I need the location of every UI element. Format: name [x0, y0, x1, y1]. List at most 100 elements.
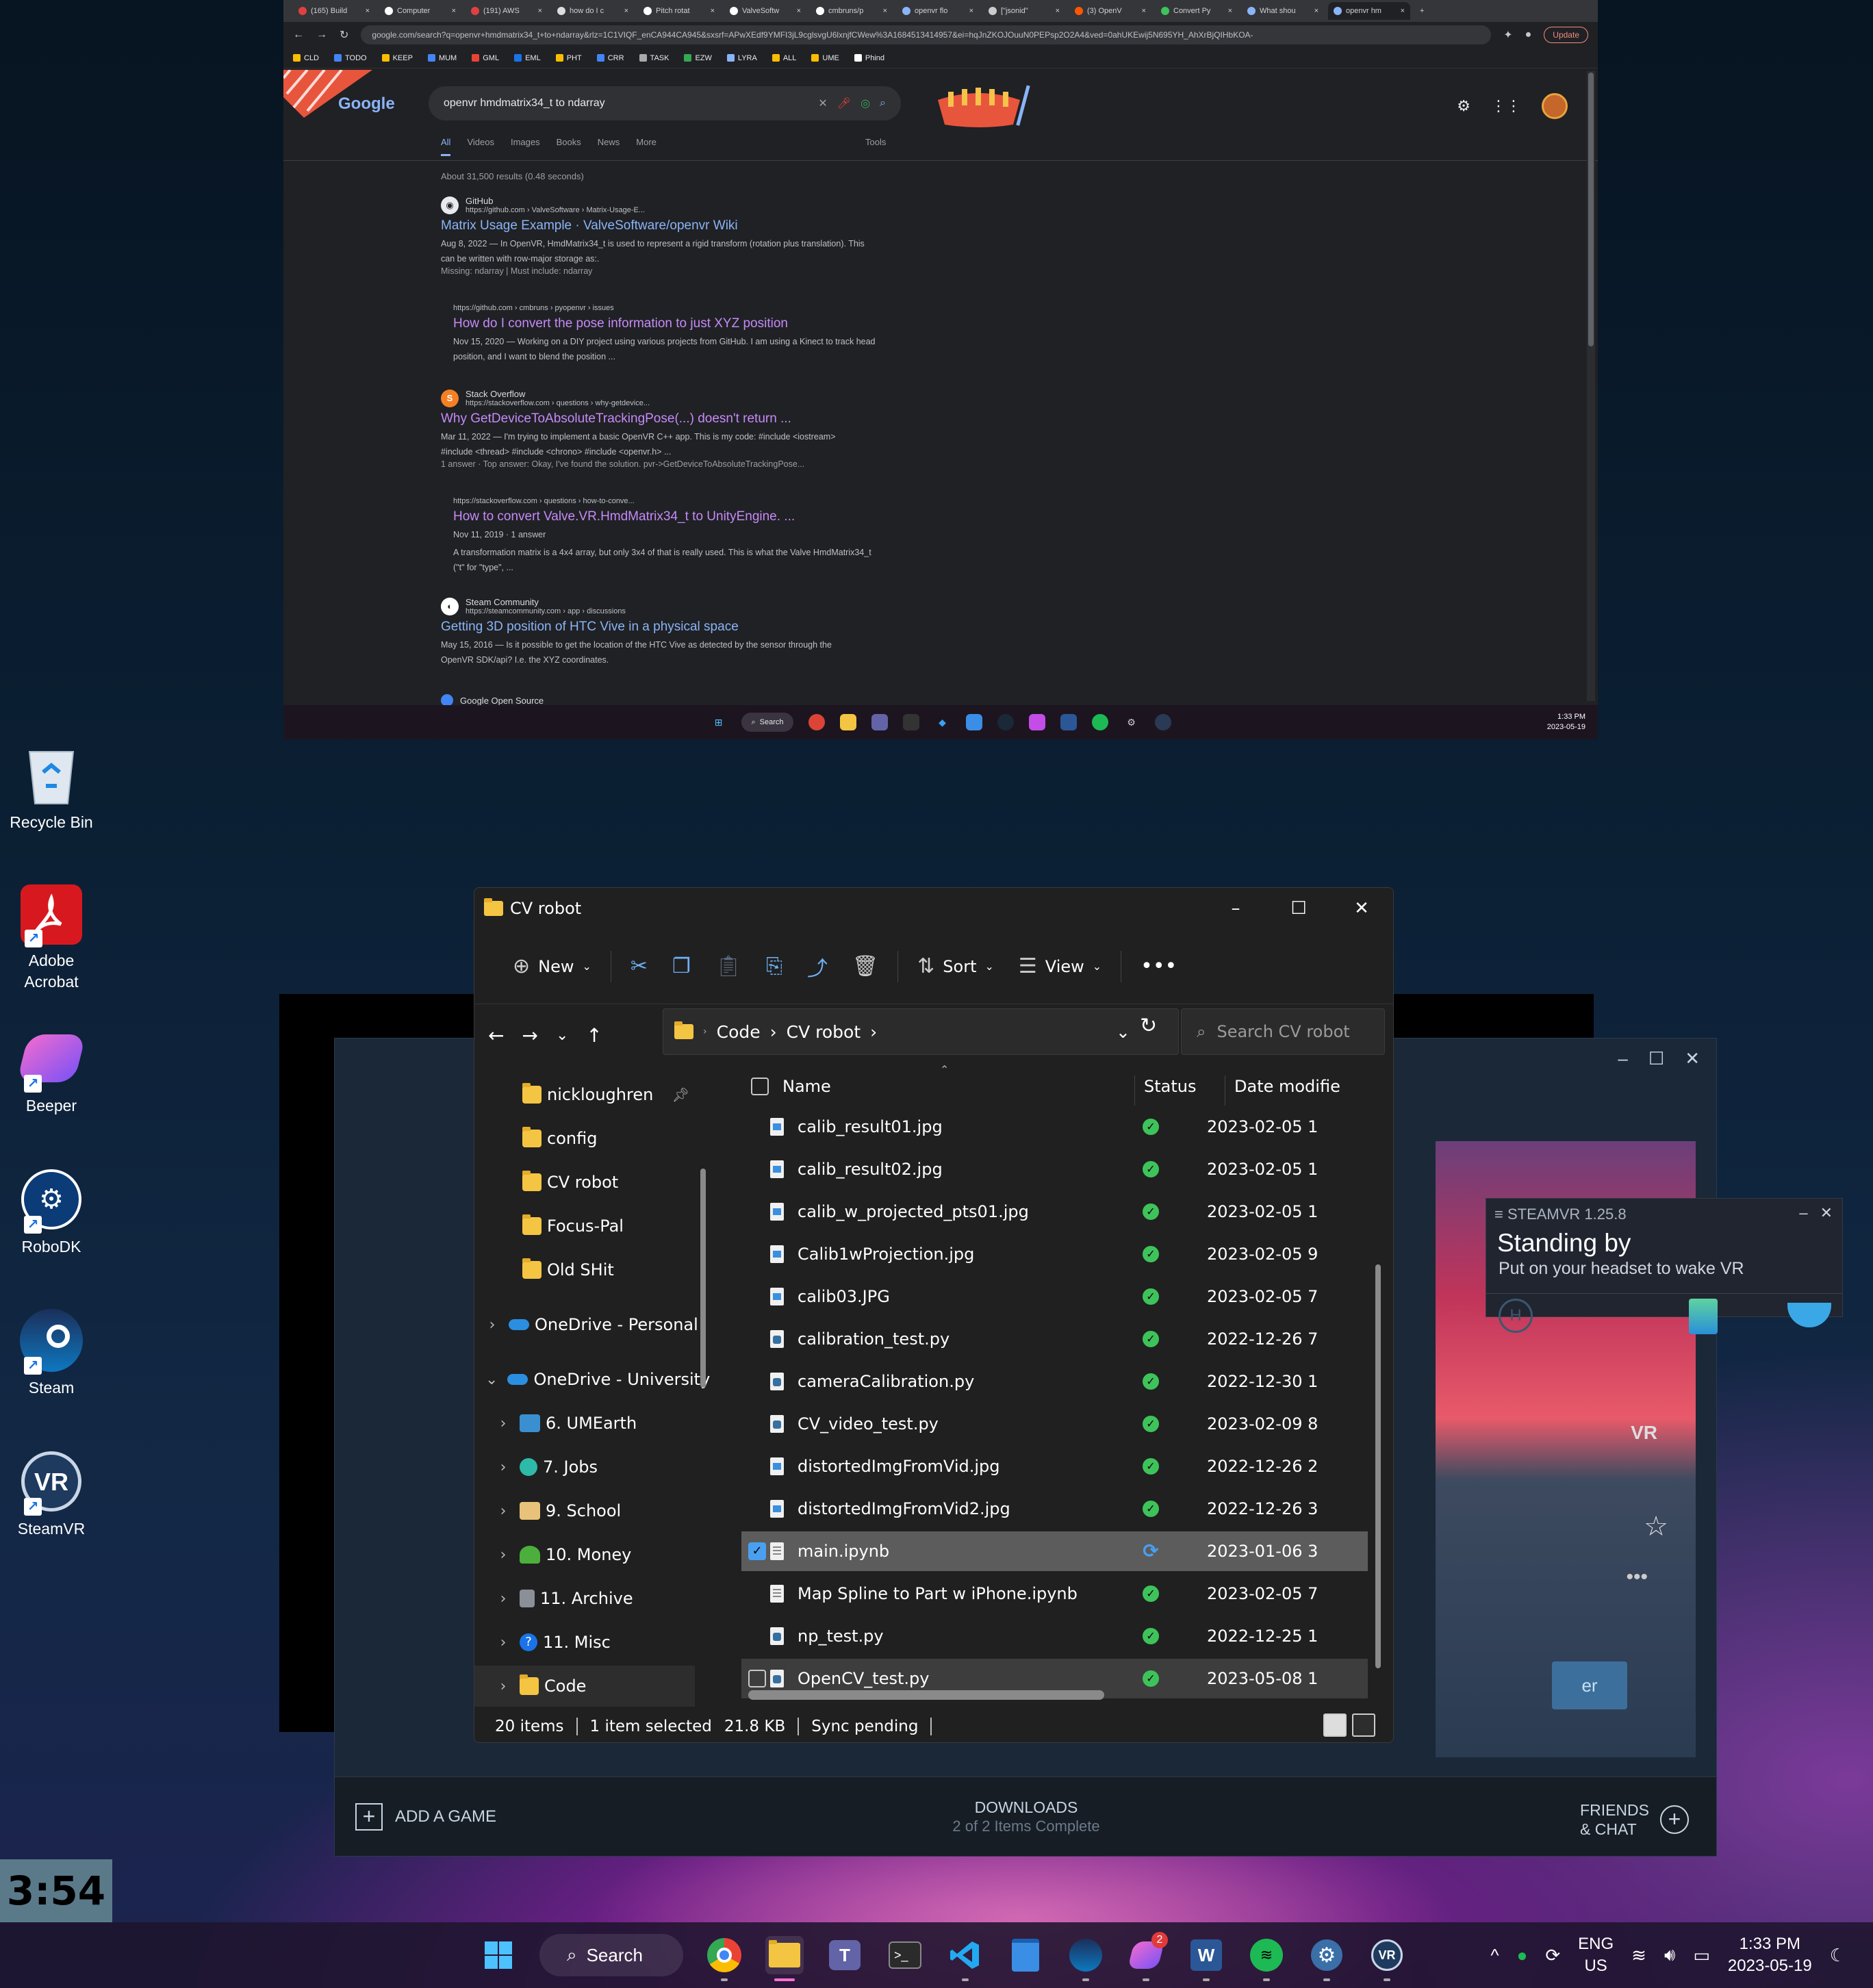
sidebar-item-onedrive-personal[interactable]: › OneDrive - Personal: [474, 1304, 704, 1345]
chevron-right-icon[interactable]: ›: [496, 1590, 510, 1607]
teams-icon[interactable]: [871, 714, 888, 730]
close-icon[interactable]: ×: [1401, 7, 1405, 15]
file-row[interactable]: Map Spline to Part w iPhone.ipynb ✓ 2023-0…: [741, 1574, 1368, 1614]
maximize-icon[interactable]: ☐: [1648, 1048, 1664, 1069]
file-row[interactable]: distortedImgFromVid.jpg ✓ 2022-12-26 2: [741, 1447, 1368, 1486]
bookmark[interactable]: EML: [514, 54, 541, 62]
clock[interactable]: 1:33 PM 2023-05-19: [1547, 712, 1585, 732]
close-icon[interactable]: ×: [366, 7, 370, 15]
tab-videos[interactable]: Videos: [467, 137, 494, 156]
headset-icon[interactable]: H: [1499, 1299, 1533, 1333]
wifi-icon[interactable]: ≋: [1631, 1945, 1646, 1966]
sidebar-item-jobs[interactable]: › 7. Jobs: [474, 1447, 704, 1488]
close-button[interactable]: ✕: [1330, 888, 1393, 929]
bookmark[interactable]: GML: [472, 54, 499, 62]
rename-button[interactable]: ⎘: [754, 946, 795, 987]
spotify-tray-icon[interactable]: ●: [1517, 1945, 1528, 1966]
new-button[interactable]: ⊕ New ⌄: [500, 946, 604, 987]
result-title-link[interactable]: How do I convert the pose information to…: [453, 316, 878, 331]
reload-icon[interactable]: ↻: [340, 28, 348, 42]
steam-icon[interactable]: [1067, 1936, 1105, 1981]
desktop-icon-steam[interactable]: ↗ Steam: [0, 1309, 103, 1399]
address-dropdown-icon[interactable]: ⌄: [1116, 1022, 1130, 1042]
mic-icon[interactable]: 🎤︎: [837, 97, 851, 110]
battery-icon[interactable]: ▭: [1693, 1945, 1710, 1966]
share-button[interactable]: ⤴: [795, 946, 840, 987]
windows-start-icon[interactable]: ⊞: [710, 714, 726, 730]
browser-tab[interactable]: Computer ×: [379, 2, 461, 20]
breadcrumb-item[interactable]: CV robot: [787, 1022, 861, 1042]
search-input[interactable]: openvr hmdmatrix34_t to ndarray ✕ 🎤︎ ◎ ⌕: [429, 86, 901, 120]
bookmark[interactable]: PHT: [555, 54, 582, 62]
chevron-down-icon[interactable]: ⌄: [485, 1371, 498, 1388]
browser-tab[interactable]: Pitch rotat ×: [638, 2, 720, 20]
tab-images[interactable]: Images: [511, 137, 540, 156]
vscode-icon[interactable]: [946, 1936, 984, 1981]
sort-button[interactable]: ⇅ Sort ⌄: [905, 946, 1006, 987]
bookmark[interactable]: LYRA: [726, 54, 757, 62]
details-view-icon[interactable]: [1323, 1713, 1347, 1737]
sidebar-item-money[interactable]: › 10. Money: [474, 1534, 704, 1575]
browser-tab[interactable]: how do I c ×: [552, 2, 634, 20]
close-icon[interactable]: ✕: [1685, 1048, 1700, 1069]
search-icon[interactable]: ⌕: [880, 97, 886, 110]
spotify-icon[interactable]: ≋: [1247, 1936, 1286, 1981]
file-row[interactable]: CV_video_test.py ✓ 2023-02-09 8: [741, 1404, 1368, 1444]
avatar[interactable]: [1542, 93, 1568, 119]
browser-tab-active[interactable]: openvr hm ×: [1328, 2, 1410, 20]
file-row-selected[interactable]: ✓ main.ipynb ⟳ 2023-01-06 3: [741, 1531, 1368, 1571]
delete-button[interactable]: 🗑︎: [840, 946, 891, 987]
file-row[interactable]: calibration_test.py ✓ 2022-12-26 7: [741, 1319, 1368, 1359]
column-name[interactable]: Name: [782, 1077, 831, 1096]
desktop-icon-robodk[interactable]: ⚙ ↗ RoboDK: [0, 1168, 103, 1258]
file-row[interactable]: calib_result01.jpg ✓ 2023-02-05 1: [741, 1107, 1368, 1147]
close-icon[interactable]: ×: [969, 7, 973, 15]
teams-icon[interactable]: T: [826, 1936, 864, 1974]
tab-all[interactable]: All: [441, 137, 451, 156]
steamvr-icon[interactable]: VR: [1368, 1936, 1406, 1981]
file-list-scrollbar[interactable]: [1375, 1264, 1381, 1668]
address-bar[interactable]: › Code › CV robot › ⌄: [663, 1008, 1179, 1055]
word-icon[interactable]: [1060, 714, 1077, 730]
sidebar-item-onedrive-university[interactable]: ⌄ OneDrive - University: [474, 1359, 710, 1400]
more-options-icon[interactable]: •••: [1626, 1566, 1648, 1589]
steamvr-icon[interactable]: [1154, 714, 1171, 730]
bookmark[interactable]: CLD: [293, 54, 319, 62]
horizontal-scrollbar[interactable]: [748, 1690, 1104, 1700]
sidebar-item-nicklоughren[interactable]: nicklоughren 📌︎: [474, 1074, 704, 1115]
browser-tab[interactable]: (3) OpenV ×: [1069, 2, 1151, 20]
sync-tray-icon[interactable]: ⟳: [1545, 1945, 1560, 1966]
browser-tab[interactable]: cmbruns/p ×: [811, 2, 893, 20]
chevron-right-icon[interactable]: ›: [496, 1503, 510, 1520]
sidebar-item-config[interactable]: config: [474, 1118, 704, 1159]
row-checkbox[interactable]: ✓: [748, 1542, 766, 1560]
extensions-icon[interactable]: ✦: [1503, 28, 1512, 42]
bookmark[interactable]: ALL: [772, 54, 796, 62]
browser-tab[interactable]: openvr flo ×: [897, 2, 979, 20]
controller-icon[interactable]: [1787, 1303, 1831, 1327]
steam-icon[interactable]: [997, 714, 1014, 730]
bookmark[interactable]: Phind: [854, 54, 884, 62]
file-row[interactable]: distortedImgFromVid2.jpg ✓ 2022-12-26 3: [741, 1489, 1368, 1529]
minimize-button[interactable]: –: [1204, 888, 1267, 929]
back-icon[interactable]: ←: [293, 29, 304, 41]
result-title-link[interactable]: Matrix Usage Example · ValveSoftware/ope…: [441, 218, 865, 233]
row-checkbox[interactable]: [748, 1670, 766, 1687]
result-title-link[interactable]: Why GetDeviceToAbsoluteTrackingPose(...)…: [441, 411, 865, 426]
forward-icon[interactable]: →: [522, 1024, 537, 1047]
chrome-icon[interactable]: [705, 1936, 743, 1981]
terminal-icon[interactable]: >_: [886, 1936, 924, 1974]
settings-icon[interactable]: ⚙: [1123, 714, 1140, 730]
moon-icon[interactable]: ☾: [1830, 1945, 1846, 1966]
chevron-right-icon[interactable]: ›: [496, 1546, 510, 1564]
bookmark[interactable]: CRR: [596, 54, 624, 62]
google-logo[interactable]: Google: [338, 94, 395, 114]
close-icon[interactable]: ×: [452, 7, 456, 15]
volume-icon[interactable]: 🔊︎: [1664, 1944, 1675, 1966]
search-input[interactable]: ⌕ Search CV robot: [1181, 1008, 1385, 1055]
desktop-icon-adobe-acrobat[interactable]: ↗ Adobe Acrobat: [0, 884, 103, 993]
favorite-star-icon[interactable]: ☆: [1644, 1511, 1668, 1542]
windows-start-icon[interactable]: [479, 1936, 518, 1974]
scrollbar[interactable]: [1587, 71, 1595, 701]
desktop-icon-recycle-bin[interactable]: Recycle Bin: [0, 743, 103, 833]
